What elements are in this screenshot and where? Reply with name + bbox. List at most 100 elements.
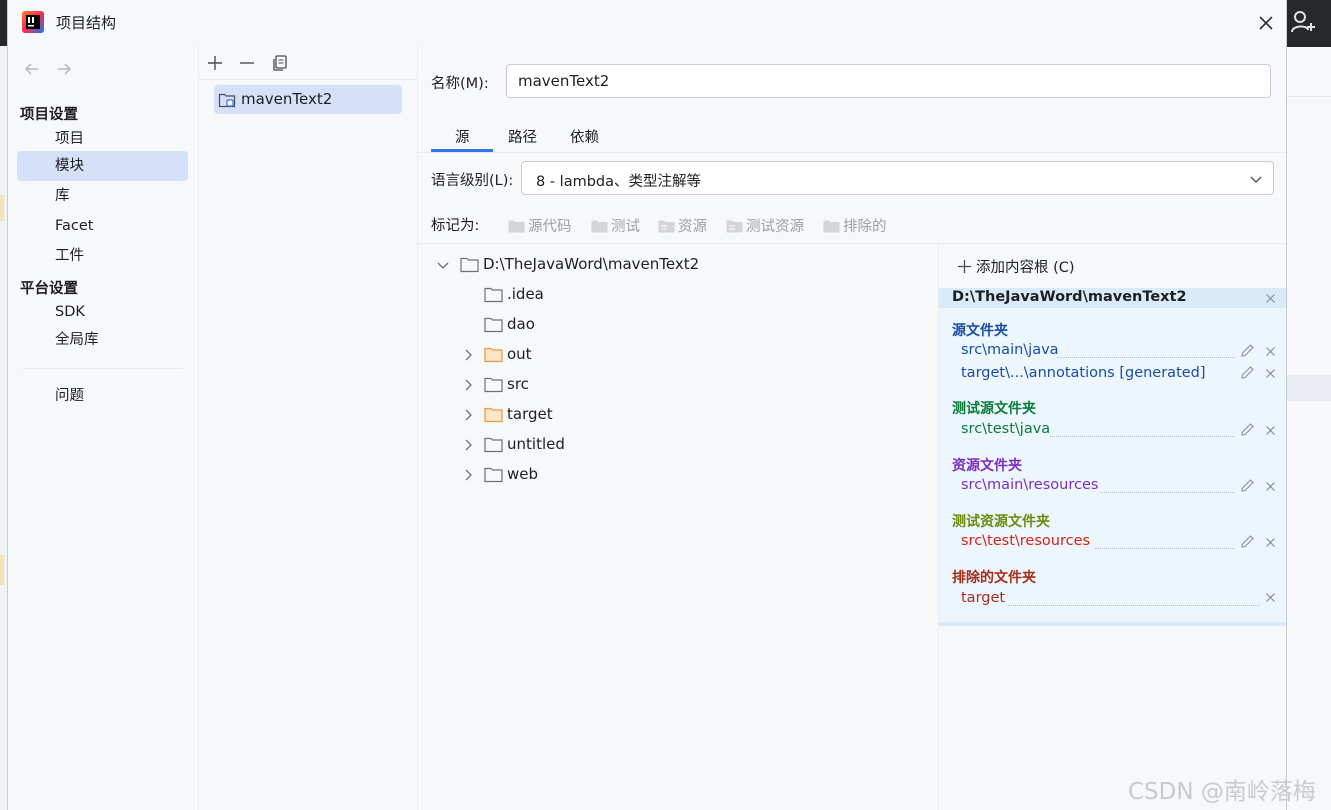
tree-root-row[interactable]: D:\TheJavaWord\mavenText2 [418, 252, 918, 278]
chevron-right-icon[interactable] [461, 408, 475, 422]
add-icon[interactable] [206, 54, 224, 72]
folder-icon [484, 317, 503, 333]
test-source-folder-entry[interactable]: src\test\java [961, 421, 1050, 437]
nav-item-sdk[interactable]: SDK [17, 297, 188, 327]
file-tree: D:\TheJavaWord\mavenText2 .idea dao out … [418, 244, 938, 810]
remove-icon[interactable] [1265, 368, 1276, 379]
dialog-title: 项目结构 [56, 14, 117, 32]
folder-icon [484, 377, 503, 393]
add-content-root-label: 添加内容根 (C) [976, 260, 1075, 276]
edit-icon[interactable] [1240, 343, 1255, 358]
module-label: mavenText2 [241, 90, 333, 108]
nav-item-facets[interactable]: Facet [17, 211, 188, 241]
entry-leader [1057, 356, 1235, 358]
module-folder-icon [218, 93, 236, 108]
tab-paths[interactable]: 路径 [508, 126, 537, 147]
source-folder-entry[interactable]: src\main\java [961, 342, 1059, 358]
mark-excluded-button[interactable]: 排除的 [823, 215, 887, 235]
folder-icon [484, 287, 503, 303]
module-name-field[interactable]: mavenText2 [506, 64, 1271, 98]
tab-sources[interactable]: 源 [455, 126, 470, 147]
nav-item-project[interactable]: 项目 [17, 124, 188, 154]
remove-icon[interactable] [1265, 346, 1276, 357]
tabs-divider [418, 152, 1286, 153]
settings-navigation: 项目设置 项目 模块 库 Facet 工件 平台设置 SDK 全局库 问题 [8, 46, 199, 810]
language-level-dropdown[interactable]: 8 - lambda、类型注解等 [521, 161, 1274, 195]
chevron-down-icon [1250, 176, 1262, 183]
add-icon [958, 260, 971, 273]
remove-root-icon[interactable] [1265, 293, 1276, 304]
background-window-right [1285, 0, 1331, 810]
folder-icon [484, 467, 503, 483]
nav-divider [22, 368, 182, 369]
test-resource-folder-entry[interactable]: src\test\resources [961, 533, 1090, 549]
mark-test-resources-label: 测试资源 [746, 219, 804, 235]
mark-resources-button[interactable]: 资源 [658, 215, 707, 235]
chevron-down-icon[interactable] [436, 258, 450, 272]
add-content-root-button[interactable]: 添加内容根 (C) [957, 256, 1075, 277]
module-item-maventext2[interactable]: mavenText2 [214, 85, 402, 114]
nav-item-artifacts[interactable]: 工件 [17, 241, 188, 271]
nav-item-problems[interactable]: 问题 [17, 381, 188, 411]
project-structure-dialog: 项目结构 项目设置 项目 模块 库 Facet 工件 平台设置 SDK 全局库 … [7, 0, 1287, 810]
intellij-logo-icon [22, 11, 44, 33]
content-roots-pane: 添加内容根 (C) D:\TheJavaWord\mavenText2 源文件夹… [939, 244, 1286, 810]
project-settings-header: 项目设置 [20, 107, 78, 123]
tree-item-label: web [507, 465, 539, 483]
edit-icon[interactable] [1240, 534, 1255, 549]
platform-settings-header: 平台设置 [20, 281, 78, 297]
mark-test-resources-button[interactable]: 测试资源 [726, 215, 804, 235]
tree-item-untitled[interactable]: untitled [418, 432, 918, 458]
language-level-value: 8 - lambda、类型注解等 [536, 174, 702, 190]
chevron-right-icon[interactable] [461, 438, 475, 452]
edit-icon[interactable] [1240, 422, 1255, 437]
mark-tests-button[interactable]: 测试 [591, 215, 640, 235]
tree-item-idea[interactable]: .idea [418, 282, 918, 308]
folder-icon [460, 257, 479, 273]
tree-item-label: untitled [507, 435, 565, 453]
forward-arrow-icon[interactable] [55, 60, 73, 78]
resource-folder-entry[interactable]: src\main\resources [961, 477, 1098, 493]
tree-item-target[interactable]: target [418, 402, 918, 428]
nav-item-libraries[interactable]: 库 [17, 181, 188, 211]
remove-icon[interactable] [1265, 425, 1276, 436]
close-icon[interactable] [1255, 12, 1277, 34]
tree-item-src[interactable]: src [418, 372, 918, 398]
edit-icon[interactable] [1240, 478, 1255, 493]
nav-item-global-libraries[interactable]: 全局库 [17, 325, 188, 355]
language-level-label: 语言级别(L): [431, 173, 514, 189]
nav-item-modules[interactable]: 模块 [17, 151, 188, 181]
tree-item-label: .idea [507, 285, 544, 303]
module-list-pane: mavenText2 [199, 46, 418, 810]
folder-icon [591, 220, 608, 233]
module-name-label: 名称(M): [431, 76, 489, 92]
remove-icon[interactable] [1265, 537, 1276, 548]
remove-icon[interactable] [1265, 592, 1276, 603]
source-folders-title: 源文件夹 [952, 323, 1008, 339]
tree-item-dao[interactable]: dao [418, 312, 918, 338]
copy-icon[interactable] [271, 54, 289, 72]
excluded-folders-title: 排除的文件夹 [952, 570, 1036, 586]
mark-sources-button[interactable]: 源代码 [508, 215, 572, 235]
back-arrow-icon[interactable] [23, 60, 41, 78]
chevron-right-icon[interactable] [461, 378, 475, 392]
remove-icon[interactable] [238, 54, 256, 72]
background-divider [1285, 96, 1331, 97]
tree-item-out[interactable]: out [418, 342, 918, 368]
excluded-folder-icon [484, 347, 503, 363]
source-folder-entry[interactable]: target\...\annotations [generated] [961, 365, 1206, 381]
tab-dependencies[interactable]: 依赖 [570, 126, 599, 147]
remove-icon[interactable] [1265, 481, 1276, 492]
chevron-right-icon[interactable] [461, 348, 475, 362]
title-bar: 项目结构 [8, 0, 1286, 46]
excluded-folder-icon [484, 407, 503, 423]
mark-resources-label: 资源 [678, 219, 707, 235]
tree-item-label: out [507, 345, 532, 363]
chevron-right-icon[interactable] [461, 468, 475, 482]
background-marker [0, 555, 4, 585]
test-source-folders-title: 测试源文件夹 [952, 401, 1036, 417]
add-user-icon[interactable] [1290, 9, 1316, 35]
tree-item-web[interactable]: web [418, 462, 918, 488]
excluded-folder-entry[interactable]: target [961, 590, 1005, 606]
edit-icon[interactable] [1240, 365, 1255, 380]
